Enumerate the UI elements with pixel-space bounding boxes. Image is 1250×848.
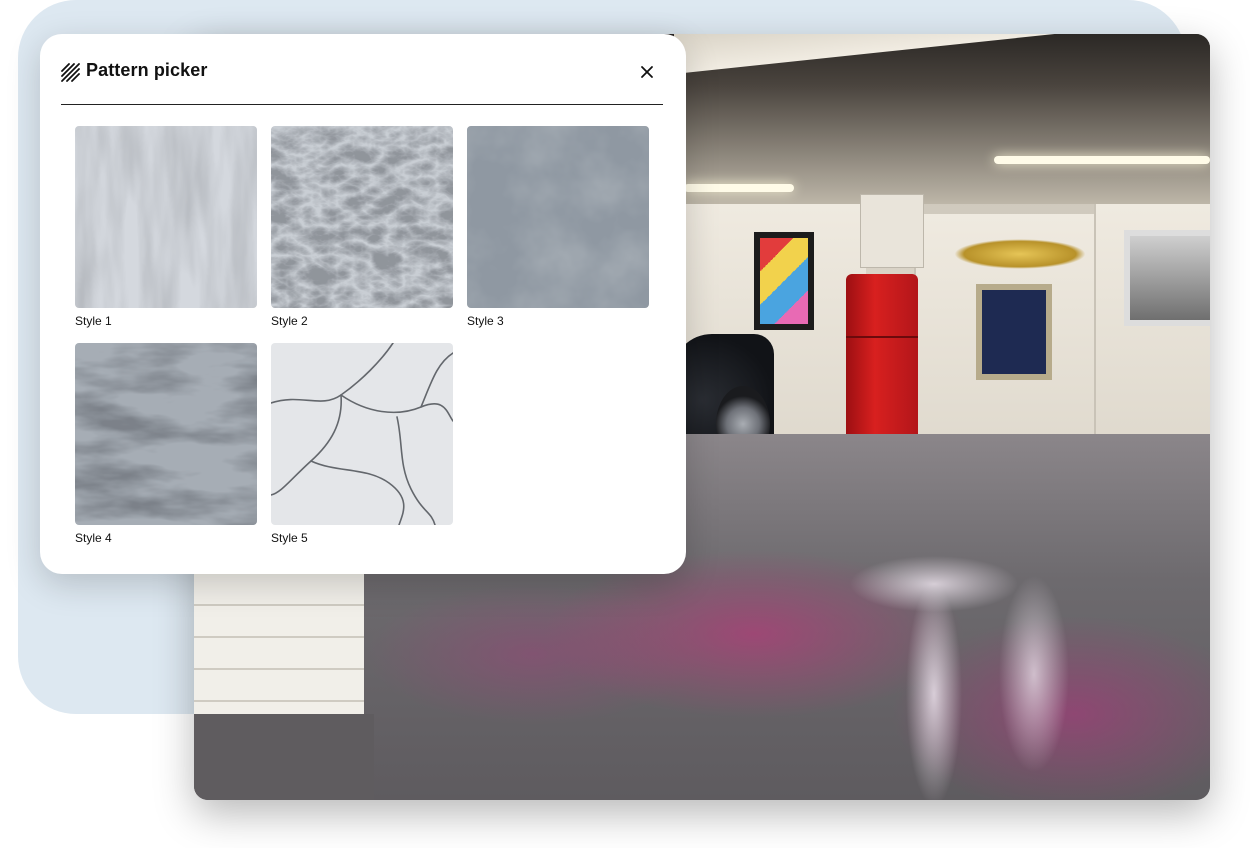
pattern-swatch: [75, 343, 257, 525]
pattern-swatch: [271, 126, 453, 308]
framed-poster: [976, 284, 1052, 380]
ceiling-light: [994, 156, 1210, 164]
pattern-label: Style 2: [271, 314, 308, 328]
pattern-tile-style-4[interactable]: Style 4: [75, 343, 257, 545]
pattern-label: Style 4: [75, 531, 112, 545]
pattern-label: Style 1: [75, 314, 112, 328]
pattern-picker-panel: Pattern picker Style 1 Style 2 Style 3 S…: [40, 34, 686, 574]
ceiling-light: [684, 184, 794, 192]
pattern-label: Style 3: [467, 314, 504, 328]
close-icon[interactable]: [637, 62, 657, 82]
pattern-tile-style-5[interactable]: Style 5: [271, 343, 453, 545]
pattern-tile-style-2[interactable]: Style 2: [271, 126, 453, 328]
wall-shelf: [860, 194, 924, 268]
wall-emblem: [954, 239, 1086, 269]
panel-header: Pattern picker: [61, 34, 663, 105]
pattern-swatch: [467, 126, 649, 308]
panel-title: Pattern picker: [86, 60, 208, 80]
pattern-tile-style-3[interactable]: Style 3: [467, 126, 649, 328]
framed-photo: [1124, 230, 1210, 326]
pattern-swatch: [271, 343, 453, 525]
pattern-swatch: [75, 126, 257, 308]
pattern-tile-style-1[interactable]: Style 1: [75, 126, 257, 328]
framed-poster: [754, 232, 814, 330]
red-fridge: [846, 274, 918, 442]
diagonal-lines-icon: [61, 63, 80, 82]
pattern-label: Style 5: [271, 531, 308, 545]
floor-shadow: [194, 714, 374, 800]
